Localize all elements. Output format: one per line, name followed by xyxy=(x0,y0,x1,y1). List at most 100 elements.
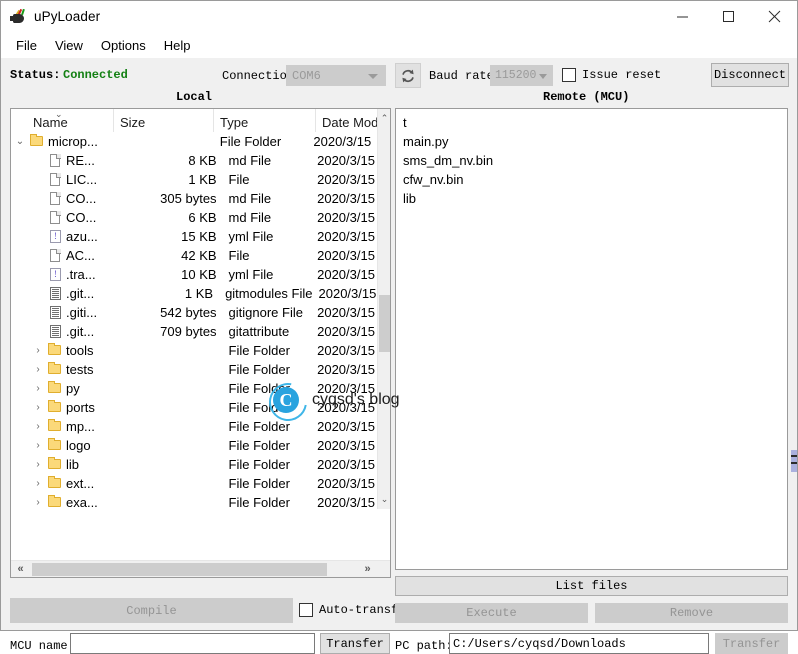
sort-indicator-icon: ⌄ xyxy=(55,109,63,119)
tree-cell-name: .giti... xyxy=(66,305,98,320)
tree-cell-name: RE... xyxy=(66,153,95,168)
expander-chevron-icon[interactable]: › xyxy=(29,360,47,379)
column-header-size[interactable]: Size xyxy=(114,109,214,132)
column-header-name[interactable]: ⌄ Name xyxy=(11,109,114,132)
expander-chevron-icon[interactable]: ⌄ xyxy=(11,132,29,151)
tree-cell-type: yml File xyxy=(228,229,274,244)
tree-cell-name: ext... xyxy=(66,476,95,491)
tree-row[interactable]: › tests File Folder 2020/3/15 xyxy=(11,360,377,379)
menu-bar: File View Options Help xyxy=(1,32,797,58)
menu-item-file[interactable]: File xyxy=(7,35,46,56)
execute-button[interactable]: Execute xyxy=(395,603,588,623)
connection-select[interactable]: COM6 xyxy=(286,65,386,86)
folder-icon xyxy=(47,493,64,512)
list-files-button[interactable]: List files xyxy=(395,576,788,596)
tree-cell-name: CO... xyxy=(66,210,97,225)
tree-cell-name: mp... xyxy=(66,419,95,434)
tree-row[interactable]: AC... 42 KB File 2020/3/15 xyxy=(11,246,377,265)
auto-transfer-checkbox[interactable]: Auto-transfe xyxy=(299,603,395,617)
tree-cell-type: File Folder xyxy=(228,400,290,415)
tree-vertical-scroll-thumb[interactable] xyxy=(379,295,390,352)
tree-cell-type: md File xyxy=(228,210,272,225)
minimize-icon[interactable] xyxy=(659,1,705,32)
folder-icon xyxy=(47,436,64,455)
expander-chevron-icon[interactable]: › xyxy=(29,493,47,512)
pc-path-label: PC path: xyxy=(395,639,453,653)
issue-reset-checkbox[interactable]: Issue reset xyxy=(562,68,661,82)
expander-chevron-icon[interactable]: › xyxy=(29,474,47,493)
folder-icon xyxy=(47,417,64,436)
tree-row[interactable]: › mp... File Folder 2020/3/15 xyxy=(11,417,377,436)
scroll-up-icon[interactable]: ⌃ xyxy=(378,111,390,126)
tree-cell-date: 2020/3/15 xyxy=(317,172,375,187)
scroll-right-icon[interactable]: » xyxy=(359,561,376,577)
refresh-icon[interactable] xyxy=(395,63,421,88)
tree-row[interactable]: .tra... 10 KB yml File 2020/3/15 xyxy=(11,265,377,284)
compile-button[interactable]: Compile xyxy=(10,598,293,623)
tree-cell-type: gitignore File xyxy=(228,305,303,320)
tree-cell-date: 2020/3/15 xyxy=(317,362,375,377)
tree-row[interactable]: › ports File Folder 2020/3/15 xyxy=(11,398,377,417)
tree-cell-size: 15 KB xyxy=(181,229,217,244)
remote-list-item[interactable]: lib xyxy=(401,189,787,208)
tree-row[interactable]: LIC... 1 KB File 2020/3/15 xyxy=(11,170,377,189)
tree-row[interactable]: .git... 1 KB gitmodules File 2020/3/15 xyxy=(11,284,377,303)
tree-row[interactable]: › py File Folder 2020/3/15 xyxy=(11,379,377,398)
file-icon xyxy=(47,170,64,189)
remote-list-item[interactable]: cfw_nv.bin xyxy=(401,170,787,189)
tree-row[interactable]: azu... 15 KB yml File 2020/3/15 xyxy=(11,227,377,246)
auto-transfer-label: Auto-transfe xyxy=(319,603,395,617)
tree-row[interactable]: › tools File Folder 2020/3/15 xyxy=(11,341,377,360)
tree-row[interactable]: CO... 6 KB md File 2020/3/15 xyxy=(11,208,377,227)
local-file-tree[interactable]: ⌄ Name Size Type Date Mod ⌄ microp... File… xyxy=(10,108,391,578)
tree-row[interactable]: CO... 305 bytes md File 2020/3/15 xyxy=(11,189,377,208)
tree-row[interactable]: › ext... File Folder 2020/3/15 xyxy=(11,474,377,493)
expander-chevron-icon[interactable]: › xyxy=(29,455,47,474)
tree-horizontal-scrollbar[interactable]: « » xyxy=(11,560,390,577)
remote-list-item[interactable]: main.py xyxy=(401,132,787,151)
tree-cell-date: 2020/3/15 xyxy=(317,229,375,244)
baud-rate-select[interactable]: 115200 xyxy=(490,65,553,86)
tree-horizontal-scroll-thumb[interactable] xyxy=(32,563,327,576)
maximize-icon[interactable] xyxy=(705,1,751,32)
tree-row[interactable]: › lib File Folder 2020/3/15 xyxy=(11,455,377,474)
connection-selected-value: COM6 xyxy=(292,68,321,83)
expander-chevron-icon[interactable]: › xyxy=(29,341,47,360)
tree-cell-name: LIC... xyxy=(66,172,98,187)
expander-chevron-icon[interactable]: › xyxy=(29,398,47,417)
tree-row[interactable]: .git... 709 bytes gitattribute 2020/3/15 xyxy=(11,322,377,341)
remote-list-item[interactable]: sms_dm_nv.bin xyxy=(401,151,787,170)
menu-item-view[interactable]: View xyxy=(46,35,92,56)
tree-row[interactable]: › logo File Folder 2020/3/15 xyxy=(11,436,377,455)
remove-button[interactable]: Remove xyxy=(595,603,788,623)
mcu-transfer-button[interactable]: Transfer xyxy=(320,633,390,654)
expander-chevron-icon[interactable]: › xyxy=(29,436,47,455)
expander-chevron-icon[interactable]: › xyxy=(29,417,47,436)
file-icon xyxy=(47,151,64,170)
remote-file-list[interactable]: t main.py sms_dm_nv.bin cfw_nv.bin lib xyxy=(395,108,788,570)
scroll-down-icon[interactable]: ⌄ xyxy=(378,492,390,507)
tree-cell-date: 2020/3/15 xyxy=(317,495,375,510)
tree-cell-date: 2020/3/15 xyxy=(317,191,375,206)
window-controls xyxy=(659,1,797,32)
tree-row[interactable]: › exa... File Folder 2020/3/15 xyxy=(11,493,377,512)
tree-row[interactable]: .giti... 542 bytes gitignore File 2020/3/15 xyxy=(11,303,377,322)
column-header-type[interactable]: Type xyxy=(214,109,316,132)
pc-path-input[interactable] xyxy=(449,633,709,654)
chevron-down-icon xyxy=(368,74,378,79)
tree-cell-size: 1 KB xyxy=(184,286,214,301)
scroll-left-icon[interactable]: « xyxy=(12,561,29,577)
disconnect-button[interactable]: Disconnect xyxy=(711,63,789,87)
expander-chevron-icon[interactable]: › xyxy=(29,379,47,398)
remote-list-item[interactable]: t xyxy=(401,113,787,132)
column-header-date-label: Date Mod xyxy=(322,115,379,130)
menu-item-options[interactable]: Options xyxy=(92,35,155,56)
tree-row[interactable]: RE... 8 KB md File 2020/3/15 xyxy=(11,151,377,170)
tree-row[interactable]: ⌄ microp... File Folder 2020/3/15 xyxy=(11,132,377,151)
close-icon[interactable] xyxy=(751,1,797,32)
tree-vertical-scrollbar[interactable]: ⌃ ⌄ xyxy=(377,109,390,509)
menu-item-help[interactable]: Help xyxy=(155,35,200,56)
folder-icon xyxy=(47,474,64,493)
mcu-name-input[interactable] xyxy=(70,633,315,654)
pc-transfer-button[interactable]: Transfer xyxy=(715,633,788,654)
